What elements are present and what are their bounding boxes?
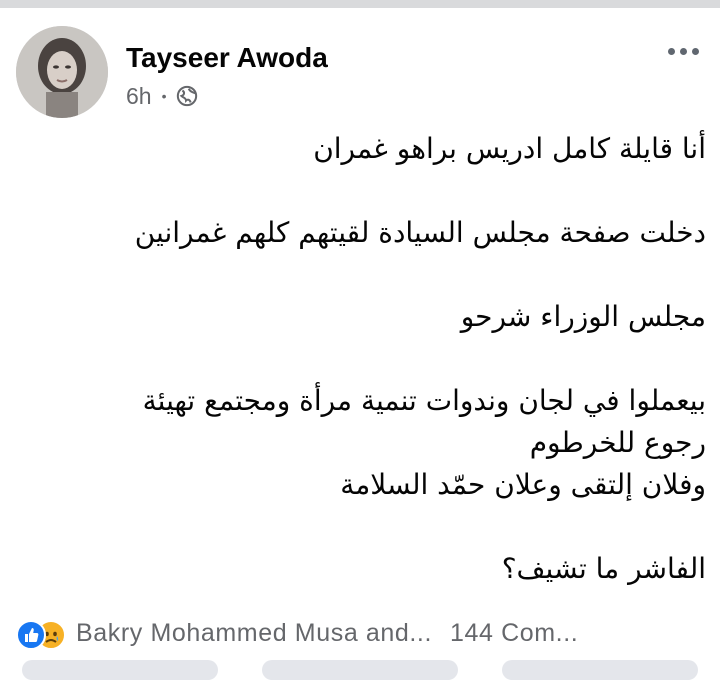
comments-count[interactable]: 144 Com... — [450, 619, 578, 648]
post-header: Tayseer Awoda 6h • — [16, 26, 706, 122]
post-menu-button[interactable] — [660, 36, 706, 66]
post-line: رجوع للخرطوم — [529, 426, 706, 459]
reactors-text[interactable]: Bakry Mohammed Musa and... — [76, 619, 432, 648]
post-line: الفاشر ما تشيف؟ — [501, 552, 706, 585]
post-meta: 6h • — [126, 82, 198, 110]
top-divider — [0, 0, 720, 8]
reaction-icons[interactable] — [16, 618, 66, 650]
post-text: أنا قايلة كامل ادريس براهو غمران دخلت صف… — [16, 128, 706, 590]
more-horizontal-icon — [667, 47, 675, 55]
avatar-image — [16, 26, 108, 118]
post-line: وفلان إلتقى وعلان حمّد السلامة — [340, 468, 706, 501]
share-button[interactable] — [502, 660, 698, 680]
post-footer: Bakry Mohammed Musa and... 144 Com... — [16, 612, 706, 654]
post-paragraph: أنا قايلة كامل ادريس براهو غمران — [16, 128, 706, 170]
more-dot — [679, 47, 687, 55]
comment-button[interactable] — [262, 660, 458, 680]
post-line: دخلت صفحة مجلس السيادة لقيتهم كلهم غمران… — [134, 216, 706, 249]
post-paragraph: مجلس الوزراء شرحو — [16, 296, 706, 338]
action-bar — [0, 660, 720, 680]
globe-icon[interactable] — [176, 85, 198, 107]
post-line: أنا قايلة كامل ادريس براهو غمران — [313, 132, 706, 165]
post-time[interactable]: 6h — [126, 83, 152, 110]
author-name[interactable]: Tayseer Awoda — [126, 42, 328, 74]
like-button[interactable] — [22, 660, 218, 680]
post-line: بيعملوا في لجان وندوات تنمية مرأة ومجتمع… — [142, 384, 706, 417]
post-paragraph: بيعملوا في لجان وندوات تنمية مرأة ومجتمع… — [16, 380, 706, 506]
more-dot — [691, 47, 699, 55]
avatar[interactable] — [16, 26, 108, 118]
meta-separator: • — [161, 88, 167, 104]
post-paragraph: دخلت صفحة مجلس السيادة لقيتهم كلهم غمران… — [16, 212, 706, 254]
post-line: مجلس الوزراء شرحو — [460, 300, 706, 333]
like-icon — [16, 620, 46, 650]
post-paragraph: الفاشر ما تشيف؟ — [16, 548, 706, 590]
